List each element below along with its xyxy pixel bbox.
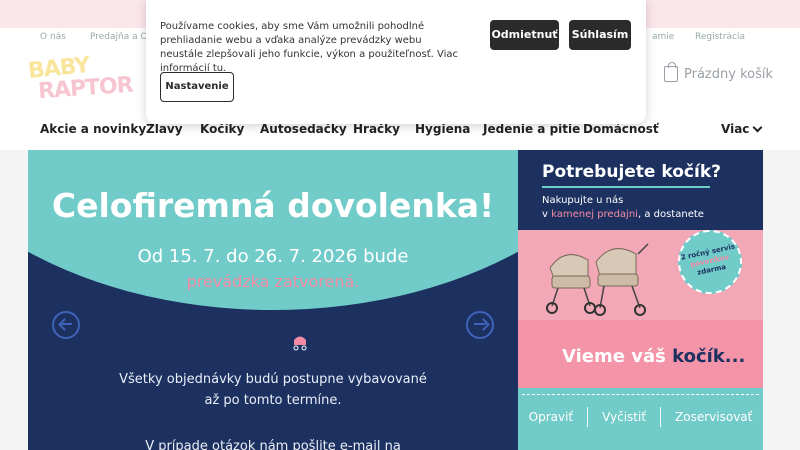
cart-link[interactable]: Prázdny košík [664, 62, 773, 82]
side-text-prefix: v [542, 209, 548, 220]
chevron-down-icon [752, 122, 763, 132]
reject-button[interactable]: Odmietnuť [490, 20, 559, 50]
action-service[interactable]: Zoservisovať [675, 410, 752, 427]
side-actions: Opraviť Vyčistiť Zoservisovať [518, 407, 763, 427]
arrow-left-icon[interactable] [52, 311, 80, 339]
top-link-partial[interactable]: amie [652, 32, 674, 42]
side-text-line-2: v kamenej predajni, a dostanete [542, 208, 704, 222]
hero-banner[interactable] [28, 150, 518, 450]
cookie-banner: Používame cookies, aby sme Vám umožnili … [146, 0, 646, 124]
side-heading-underline [542, 186, 710, 188]
side-banner[interactable]: Potrebujete kočík? Nakupujte u nás v kam… [518, 150, 763, 450]
nav-item-autosedacky[interactable]: Autosedačky [260, 122, 347, 136]
side-heading: Potrebujete kočík? [542, 162, 721, 182]
side-text: Nakupujte u nás v kamenej predajni, a do… [542, 194, 704, 222]
nav-item-akcie[interactable]: Akcie a novinky [40, 122, 146, 136]
accept-button[interactable]: Súhlasím [569, 20, 631, 50]
side-text-line-1: Nakupujte u nás [542, 195, 624, 206]
cookie-text: Používame cookies, aby sme Vám umožnili … [160, 21, 459, 74]
strollers-image [546, 243, 649, 316]
nav-more-label: Viac [721, 122, 750, 136]
cookie-message: Používame cookies, aby sme Vám umožnili … [160, 21, 459, 74]
dashed-divider [522, 394, 759, 395]
top-link-about[interactable]: O nás [40, 32, 66, 42]
vieme-accent: kočík... [672, 346, 746, 367]
side-text-highlight: kamenej predajni [551, 209, 638, 220]
cart-label: Prázdny košík [684, 66, 773, 82]
action-repair[interactable]: Opraviť [529, 410, 574, 427]
hero-teal-shape [28, 150, 518, 310]
nav-more-button[interactable]: Viac [721, 122, 763, 136]
nav-item-hracky[interactable]: Hračky [353, 122, 400, 136]
top-link-register[interactable]: Registrácia [695, 32, 745, 42]
side-text-suffix: , a dostanete [637, 209, 704, 220]
shopping-bag-icon [664, 62, 678, 82]
nav-item-domacnost[interactable]: Domácnosť [583, 122, 659, 136]
nav-item-kociky[interactable]: Kočíky [200, 122, 244, 136]
nav-item-zlavy[interactable]: Zlavy [146, 122, 183, 136]
arrow-right-icon[interactable] [466, 311, 494, 339]
nav-item-jedenie[interactable]: Jedenie a pitie [483, 122, 580, 136]
side-actions-section: Opraviť Vyčistiť Zoservisovať [518, 388, 763, 450]
nav-item-hygiena[interactable]: Hygiena [415, 122, 470, 136]
vieme-heading: Vieme váš kočík... [562, 346, 745, 367]
action-separator [587, 407, 589, 427]
action-separator [660, 407, 662, 427]
vieme-prefix: Vieme váš [562, 346, 666, 367]
site-logo[interactable]: BABY RAPTOR [27, 53, 148, 104]
settings-button[interactable]: Nastavenie [160, 72, 234, 102]
top-link-store[interactable]: Predajňa a O [90, 32, 148, 42]
action-clean[interactable]: Vyčistiť [602, 410, 646, 427]
